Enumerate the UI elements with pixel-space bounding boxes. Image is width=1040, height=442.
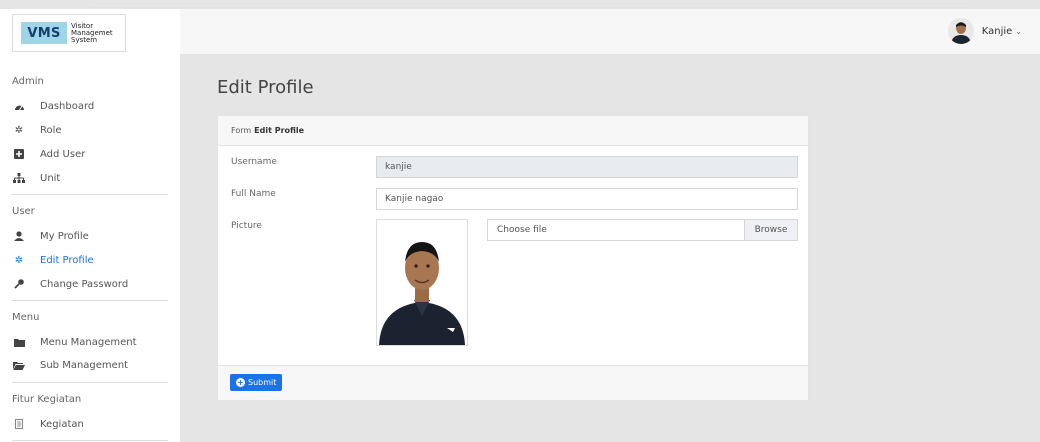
- sidebar-item-edit-profile[interactable]: ✲ Edit Profile: [12, 254, 94, 266]
- username-label: Username: [231, 157, 277, 167]
- profile-picture: [376, 219, 468, 346]
- sidebar-item-label: Dashboard: [40, 100, 95, 112]
- fullname-label: Full Name: [231, 189, 276, 199]
- vms-logo: VMS: [21, 22, 67, 44]
- sidebar-item-role[interactable]: ✲ Role: [12, 124, 62, 136]
- sidebar-item-label: Change Password: [40, 278, 129, 290]
- brand-line-3: System: [71, 35, 98, 44]
- username-value: kanjie: [385, 162, 412, 172]
- fullname-value: Kanjie nagao: [385, 194, 444, 204]
- sidebar-item-dashboard[interactable]: Dashboard: [12, 100, 94, 112]
- page-title: Edit Profile: [217, 77, 314, 98]
- gear-icon: ✲: [14, 124, 24, 136]
- section-label-user: User: [12, 206, 35, 217]
- sidebar-item-label: Add User: [40, 148, 86, 160]
- username-label: Kanjie: [981, 25, 1013, 37]
- sitemap-icon: [12, 172, 26, 184]
- folder-icon: [12, 336, 26, 348]
- section-label-menu: Menu: [12, 312, 40, 323]
- card-header-title: Edit Profile: [254, 126, 305, 135]
- list-icon: [12, 418, 26, 430]
- sidebar-divider: [12, 440, 168, 441]
- submit-label: Submit: [248, 378, 277, 387]
- sidebar: VMS Visitor Managemet System Admin Dashb…: [0, 9, 180, 442]
- plus-circle-icon: +: [236, 378, 245, 387]
- brand-logo[interactable]: VMS Visitor Managemet System: [12, 14, 126, 52]
- sidebar-item-label: Role: [40, 124, 62, 136]
- username-field: kanjie: [376, 156, 798, 178]
- plus-square-icon: [12, 148, 26, 160]
- sidebar-item-label: Unit: [40, 172, 61, 184]
- brand-text: Visitor Managemet System: [71, 22, 113, 44]
- file-picker[interactable]: Choose file Browse: [487, 219, 798, 241]
- sidebar-item-sub-management[interactable]: Sub Management: [12, 359, 128, 371]
- card-footer: + Submit: [218, 365, 808, 400]
- sidebar-item-label: My Profile: [40, 230, 89, 242]
- sidebar-item-menu-management[interactable]: Menu Management: [12, 336, 137, 348]
- card-header-prefix: Form: [231, 126, 252, 135]
- sidebar-item-label: Menu Management: [40, 336, 137, 348]
- sidebar-item-unit[interactable]: Unit: [12, 172, 60, 184]
- sidebar-item-kegiatan[interactable]: Kegiatan: [12, 418, 84, 430]
- chevron-down-icon: ⌄: [1015, 26, 1022, 36]
- sidebar-item-label: Edit Profile: [40, 254, 94, 266]
- fullname-field[interactable]: Kanjie nagao: [376, 188, 798, 210]
- submit-button[interactable]: + Submit: [230, 374, 283, 391]
- sidebar-item-label: Sub Management: [40, 359, 129, 371]
- section-label-fitur-kegiatan: Fitur Kegiatan: [12, 394, 82, 405]
- browse-button[interactable]: Browse: [744, 220, 797, 240]
- sidebar-divider: [12, 382, 168, 383]
- sidebar-item-change-password[interactable]: Change Password: [12, 278, 128, 290]
- picture-label: Picture: [231, 221, 262, 231]
- folder-open-icon: [12, 359, 26, 371]
- sidebar-item-my-profile[interactable]: My Profile: [12, 230, 89, 242]
- top-divider: [90, 7, 970, 8]
- dashboard-icon: [12, 100, 26, 112]
- sidebar-divider: [12, 300, 168, 301]
- card-header: Form Edit Profile: [218, 116, 808, 146]
- sidebar-divider: [12, 194, 168, 195]
- file-placeholder: Choose file: [497, 225, 547, 235]
- key-icon: [12, 278, 26, 290]
- gear-icon: ✲: [14, 254, 24, 266]
- edit-profile-card: Form Edit Profile Username kanjie Full N…: [217, 115, 809, 400]
- user-icon: [12, 230, 26, 242]
- user-menu[interactable]: Kanjie ⌄: [947, 18, 1022, 44]
- avatar: [947, 18, 974, 44]
- section-label-admin: Admin: [12, 76, 44, 87]
- sidebar-item-add-user[interactable]: Add User: [12, 148, 85, 160]
- sidebar-item-label: Kegiatan: [40, 418, 84, 430]
- topbar: Kanjie ⌄: [180, 9, 1040, 55]
